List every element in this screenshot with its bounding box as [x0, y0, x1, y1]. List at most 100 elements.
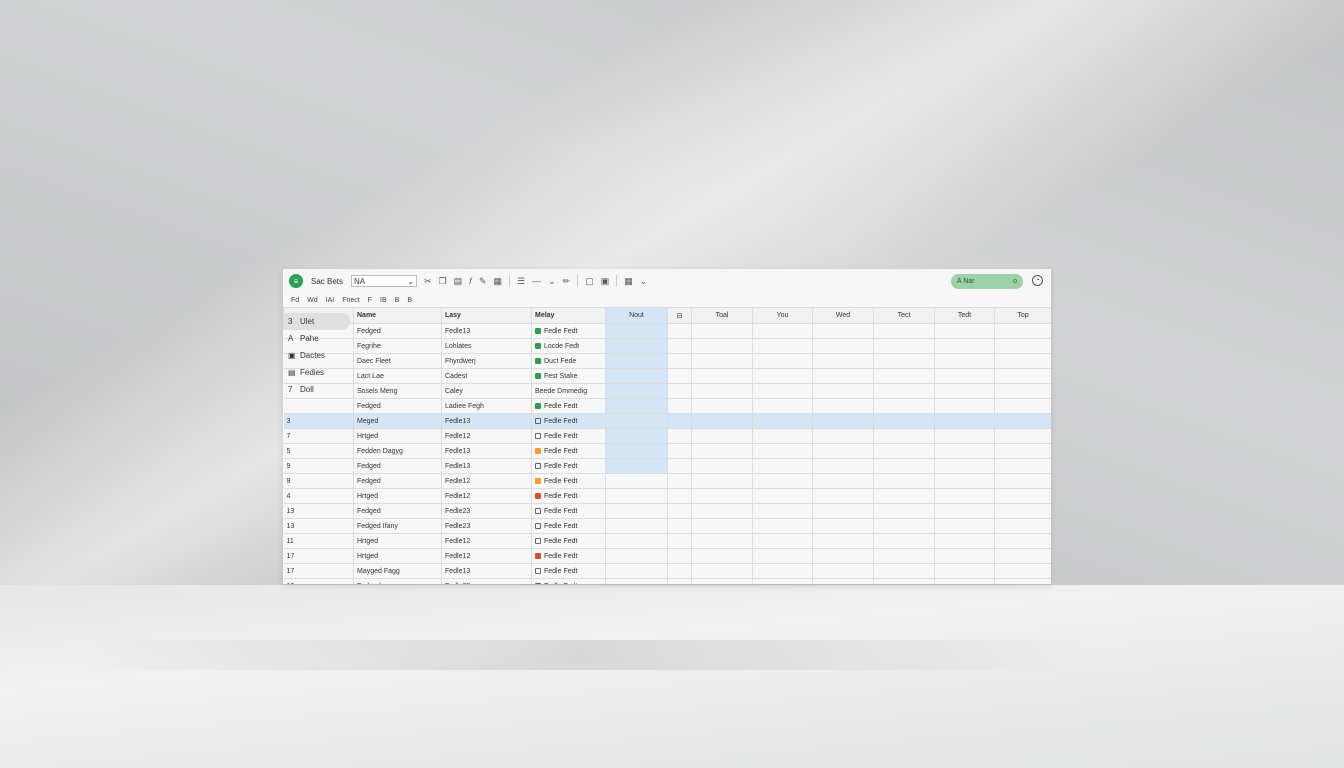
align-icon[interactable]: ☰	[517, 276, 525, 287]
cell-empty[interactable]	[667, 398, 692, 414]
cell-empty[interactable]	[691, 398, 753, 414]
table-row[interactable]: 19FedgedFedle23 Fedle Fedt	[283, 578, 1051, 584]
cell-status[interactable]: Fedle Fedt	[531, 488, 606, 504]
cell-empty[interactable]	[934, 413, 995, 429]
cell-status[interactable]: Fedle Fedt	[531, 503, 606, 519]
column-header[interactable]: Nout	[605, 307, 668, 324]
sidebar-item[interactable]: ▤ Fedies	[283, 364, 353, 381]
cell-empty[interactable]	[691, 488, 753, 504]
cell-empty[interactable]	[752, 428, 813, 444]
cell-empty[interactable]	[934, 353, 995, 369]
cell-empty[interactable]	[691, 533, 753, 549]
cell-empty[interactable]	[605, 548, 668, 564]
cell-empty[interactable]	[752, 563, 813, 579]
cell-empty[interactable]	[605, 413, 668, 429]
row-number[interactable]: 7	[283, 428, 354, 444]
cell-empty[interactable]	[812, 548, 874, 564]
table-row[interactable]: Lact Lae Cadest Fest Stake	[283, 368, 1051, 384]
format-toolbar-item[interactable]: Fnect	[342, 297, 360, 304]
cell-empty[interactable]	[934, 428, 995, 444]
table-row[interactable]: Sosels Meng Caley Beede Dmmedig	[283, 383, 1051, 399]
cell-name[interactable]: Hrtged	[353, 428, 442, 444]
cell-empty[interactable]	[994, 338, 1051, 354]
share-button[interactable]: A Nar o	[951, 274, 1023, 289]
table-row[interactable]: 17 Hrtged Fedle12 Fedle Fedt	[283, 548, 1051, 564]
cell-empty[interactable]	[873, 473, 935, 489]
cell-status[interactable]: Fedle Fedt	[531, 398, 606, 414]
cell-empty[interactable]	[994, 563, 1051, 579]
cell-empty[interactable]	[812, 503, 874, 519]
cell-empty[interactable]	[994, 443, 1051, 459]
cell-empty[interactable]	[605, 383, 668, 399]
cell-name[interactable]: Fedged	[353, 323, 442, 339]
cell-empty[interactable]	[667, 548, 692, 564]
cell-status[interactable]: Fedle Fedt	[531, 428, 606, 444]
cell-status[interactable]: Fedle Fedt	[531, 413, 606, 429]
cell-empty[interactable]	[752, 443, 813, 459]
cell-empty[interactable]	[812, 578, 874, 584]
cell-empty[interactable]	[873, 443, 935, 459]
cell-status[interactable]: Fedle Fedt	[531, 458, 606, 474]
row-number[interactable]: 9	[283, 473, 354, 489]
cell-name[interactable]: Fedden Dagyg	[353, 443, 442, 459]
cell-status[interactable]: Fedle Fedt	[531, 533, 606, 549]
cell-empty[interactable]	[934, 548, 995, 564]
cell-empty[interactable]	[691, 368, 753, 384]
cell-empty[interactable]	[752, 323, 813, 339]
paste-icon[interactable]: ▤	[454, 276, 463, 287]
cell-lasy[interactable]: Lohlates	[441, 338, 532, 354]
cell-empty[interactable]	[752, 398, 813, 414]
cell-empty[interactable]	[873, 368, 935, 384]
cell-lasy[interactable]: Fedle13	[441, 458, 532, 474]
cell-empty[interactable]	[812, 368, 874, 384]
cell-empty[interactable]	[994, 473, 1051, 489]
table-row[interactable]: 9 Fedged Fedle13 Fedle Fedt	[283, 458, 1051, 474]
cell-empty[interactable]	[691, 518, 753, 534]
row-number[interactable]: 17	[283, 548, 354, 564]
table-row[interactable]: 17 Mayged Fagg Fedle13 Fedle Fedt	[283, 563, 1051, 579]
row-number[interactable]: 5	[283, 443, 354, 459]
cell-empty[interactable]	[605, 488, 668, 504]
cell-empty[interactable]	[667, 473, 692, 489]
cell-empty[interactable]	[691, 548, 753, 564]
cell-empty[interactable]	[691, 503, 753, 519]
table-row[interactable]: 11 Hrtged Fedle12 Fedle Fedt	[283, 533, 1051, 549]
cell-name[interactable]: Hrtged	[353, 548, 442, 564]
copy-icon[interactable]: ❐	[439, 276, 447, 287]
cell-empty[interactable]	[994, 548, 1051, 564]
cell-empty[interactable]	[812, 323, 874, 339]
cell-empty[interactable]	[873, 578, 935, 584]
cell-status[interactable]: Fedle Fedt	[531, 563, 606, 579]
cell-empty[interactable]	[667, 443, 692, 459]
cell-empty[interactable]	[934, 533, 995, 549]
cell-status[interactable]: Fedle Fedt	[531, 323, 606, 339]
cell-status[interactable]: Locde Fedt	[531, 338, 606, 354]
cell-empty[interactable]	[994, 488, 1051, 504]
cell-name[interactable]: Mayged Fagg	[353, 563, 442, 579]
cell-empty[interactable]	[994, 503, 1051, 519]
column-header[interactable]: Tedt	[934, 307, 995, 324]
cell-empty[interactable]	[605, 518, 668, 534]
cell-empty[interactable]	[752, 533, 813, 549]
status-marker-icon[interactable]	[535, 537, 541, 544]
cell-empty[interactable]	[752, 503, 813, 519]
cell-empty[interactable]	[994, 428, 1051, 444]
table-row[interactable]: Fedged Ladiee Fegh Fedle Fedt	[283, 398, 1051, 414]
cell-lasy[interactable]: Fedle12	[441, 473, 532, 489]
cell-empty[interactable]	[667, 578, 692, 584]
cell-status[interactable]: Fedle Fedt	[531, 518, 606, 534]
cell-empty[interactable]	[873, 398, 935, 414]
cell-empty[interactable]	[752, 548, 813, 564]
cell-lasy[interactable]: Fedle13	[441, 443, 532, 459]
cell-empty[interactable]	[873, 323, 935, 339]
cell-empty[interactable]	[994, 398, 1051, 414]
table-row[interactable]: 7 Hrtged Fedle12 Fedle Fedt	[283, 428, 1051, 444]
cell-name[interactable]: Fedged Ifany	[353, 518, 442, 534]
chart-icon[interactable]: ▣	[601, 276, 610, 287]
sidebar-item[interactable]: 3 Ulet	[283, 313, 350, 330]
cell-empty[interactable]	[812, 563, 874, 579]
status-marker-icon[interactable]	[535, 522, 541, 529]
column-header[interactable]: Name	[353, 307, 442, 324]
cell-name[interactable]: Fegrihe	[353, 338, 442, 354]
row-number[interactable]: 13	[283, 518, 354, 534]
